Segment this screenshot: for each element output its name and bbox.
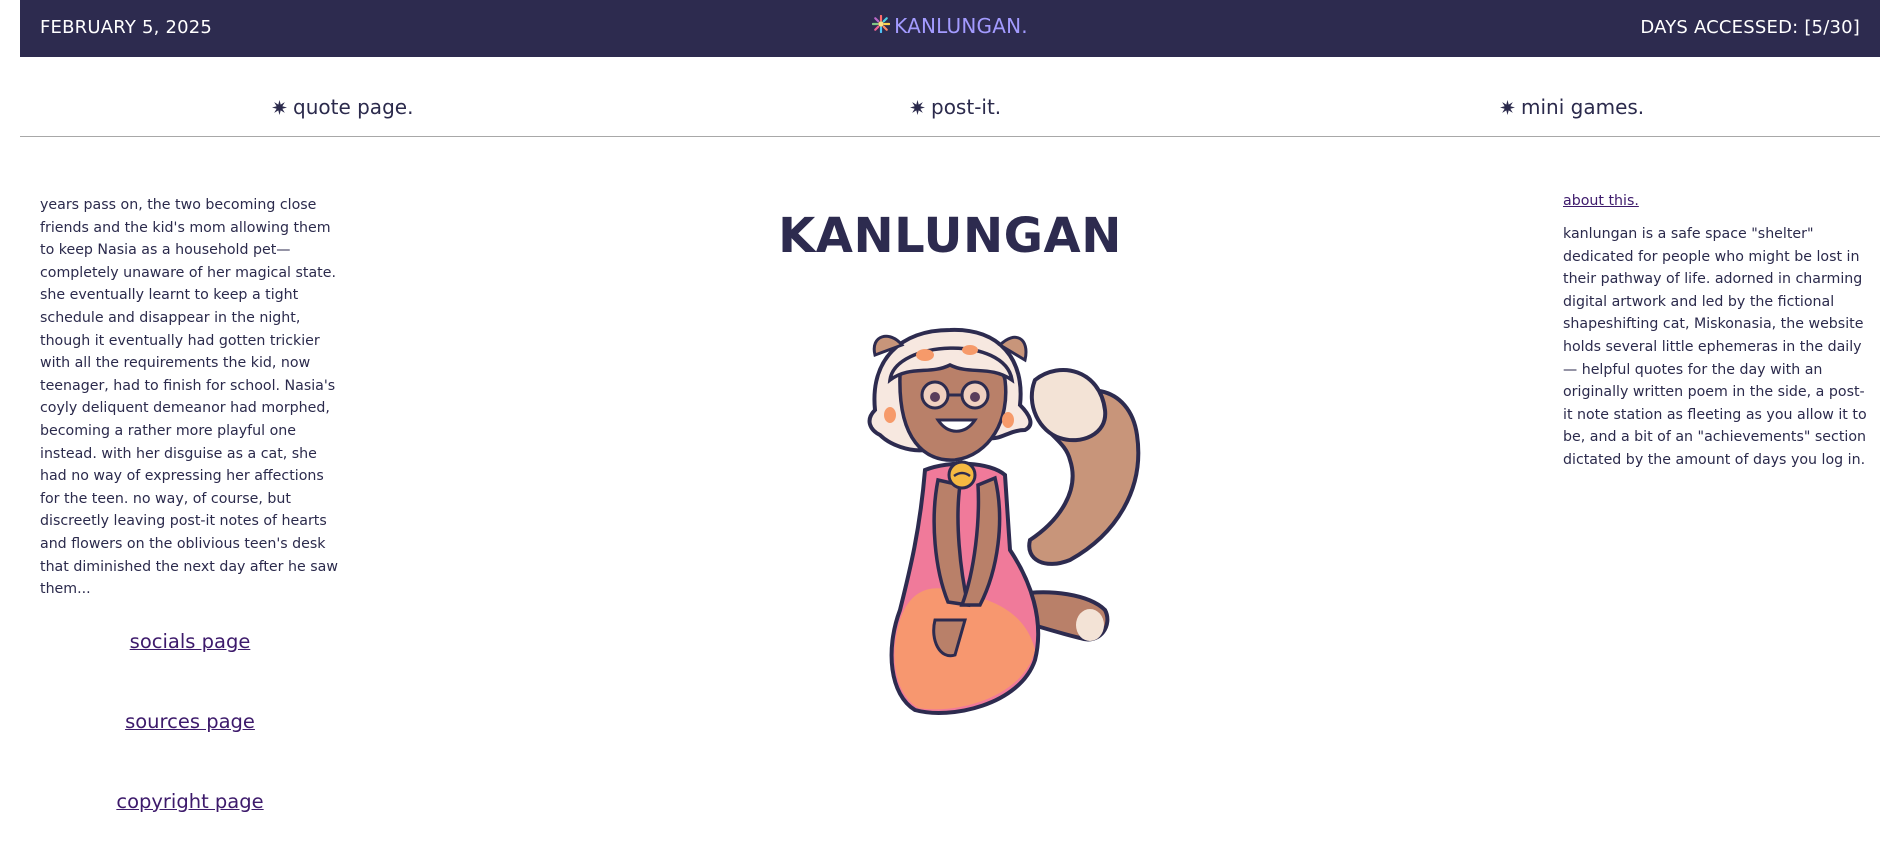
star-burst-icon bbox=[272, 99, 287, 115]
nav-mini-games-label: mini games. bbox=[1521, 95, 1645, 119]
sources-page-link[interactable]: sources page bbox=[40, 710, 340, 733]
about-text: kanlungan is a safe space "shelter" dedi… bbox=[1563, 226, 1867, 468]
about-this-link[interactable]: about this. bbox=[1563, 193, 1868, 209]
nav-post-it-label: post-it. bbox=[931, 95, 1002, 119]
nav-post-it[interactable]: post-it. bbox=[910, 95, 1001, 119]
site-brand[interactable]: KANLUNGAN. bbox=[20, 14, 1880, 38]
page-title: KANLUNGAN bbox=[778, 208, 1122, 264]
nav-quote-page-label: quote page. bbox=[293, 95, 414, 119]
star-burst-icon bbox=[910, 99, 925, 115]
top-bar: FEBRUARY 5, 2025 KANLUNGAN. DAYS ACCESSE… bbox=[20, 0, 1880, 57]
nav-quote-page[interactable]: quote page. bbox=[272, 95, 413, 119]
nav-mini-games[interactable]: mini games. bbox=[1500, 95, 1644, 119]
copyright-page-link[interactable]: copyright page bbox=[40, 790, 340, 813]
socials-page-link[interactable]: socials page bbox=[40, 630, 340, 653]
page: FEBRUARY 5, 2025 KANLUNGAN. DAYS ACCESSE… bbox=[0, 0, 1890, 864]
sunburst-logo-icon bbox=[872, 14, 891, 33]
star-burst-icon bbox=[1500, 99, 1515, 115]
main-nav: quote page. post-it. mini games. bbox=[20, 57, 1880, 137]
brand-name: KANLUNGAN. bbox=[894, 14, 1028, 38]
story-text: years pass on, the two becoming close fr… bbox=[40, 197, 338, 598]
days-accessed-counter: DAYS ACCESSED: [5/30] bbox=[1640, 17, 1860, 38]
mascot-illustration bbox=[867, 327, 1141, 715]
about-section: about this. kanlungan is a safe space "s… bbox=[1563, 193, 1868, 472]
